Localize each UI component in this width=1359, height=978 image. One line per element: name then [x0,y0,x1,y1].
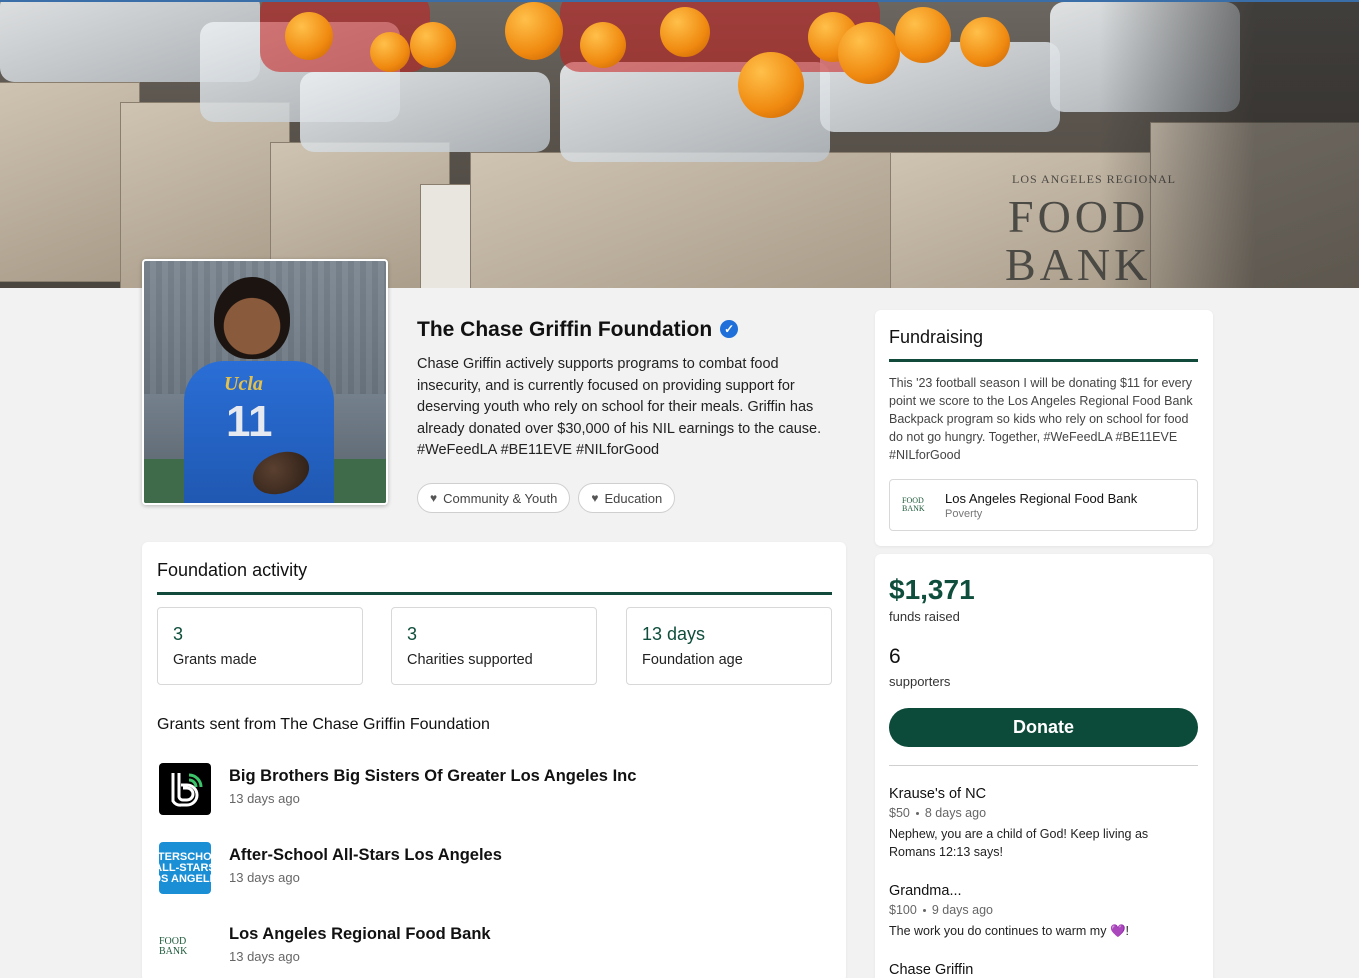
jersey-number: 11 [226,397,273,446]
stat-charities-supported: 3 Charities supported [391,607,597,685]
page-title: The Chase Griffin Foundation [417,318,713,341]
tag-label: Education [604,490,663,506]
grants-heading: Grants sent from The Chase Griffin Found… [157,716,490,733]
tag-education[interactable]: ♥ Education [578,483,676,513]
tag-community-youth[interactable]: ♥ Community & Youth [417,483,571,513]
donation-card: $1,371 funds raised 6 supporters Donate … [875,554,1213,978]
donate-button[interactable]: Donate [889,708,1198,747]
verified-check-icon: ✓ [720,320,739,338]
foundation-header: The Chase Griffin Foundation ✓ [417,318,739,342]
cause-tags: ♥ Community & Youth ♥ Education [417,483,676,513]
stat-value: 3 [173,624,184,644]
supporter-amount: $100 [889,903,917,917]
charity-link[interactable]: FOOD BANK Los Angeles Regional Food Bank… [889,479,1198,531]
grant-name[interactable]: Los Angeles Regional Food Bank [229,925,491,944]
separator-dot [922,908,926,912]
supporter-time: 9 days ago [931,903,993,917]
stat-value: 13 days [642,624,706,644]
asas-logo: AFTERSCHOOL ALL-STARS LOS ANGELES [159,842,211,894]
supporter-message: Nephew, you are a child of God! Keep liv… [889,827,1149,859]
section-title: Foundation activity [157,560,308,580]
grant-item[interactable]: AFTERSCHOOL ALL-STARS LOS ANGELES After-… [159,842,819,896]
supporter-name: Krause's of NC [889,786,987,802]
stat-label: Charities supported [407,652,533,668]
section-title: Fundraising [889,327,984,347]
tag-label: Community & Youth [443,490,558,506]
divider [157,592,832,595]
supporter-entry: Grandma... $100 9 days ago The work you … [889,883,1189,940]
grant-item[interactable]: Big Brothers Big Sisters Of Greater Los … [159,763,819,817]
jersey-text: Ucla [224,373,263,395]
supporter-entry: Krause's of NC $50 8 days ago Nephew, yo… [889,786,1189,861]
grant-name[interactable]: After-School All-Stars Los Angeles [229,846,502,865]
supporter-name: Chase Griffin [889,962,974,978]
stat-foundation-age: 13 days Foundation age [626,607,832,685]
foundation-activity-card: Foundation activity 3 Grants made 3 Char… [142,542,846,978]
funds-raised-amount: $1,371 [889,574,975,605]
heart-icon: ♥ [430,491,438,505]
stat-value: 3 [407,624,418,644]
lafb-logo: FOOD BANK [159,921,211,973]
funds-raised-label: funds raised [889,609,960,624]
bbbs-logo [159,763,211,815]
supporter-time: 8 days ago [924,806,987,820]
purple-heart-icon: 💜 [1109,924,1126,938]
stat-grants-made: 3 Grants made [157,607,363,685]
fundraising-card: Fundraising This '23 football season I w… [875,310,1213,546]
cover-banner: LOS ANGELES REGIONAL FOOD BANK [0,0,1359,288]
grant-name[interactable]: Big Brothers Big Sisters Of Greater Los … [229,767,636,786]
divider [889,359,1198,362]
divider [889,765,1198,766]
supporter-message: The work you do continues to warm my 💜! [889,924,1129,938]
charity-category: Poverty [945,508,983,520]
grant-time: 13 days ago [229,791,300,806]
supporter-entry: Chase Griffin [889,962,1189,978]
supporters-count: 6 [889,645,901,668]
lafb-logo: FOOD BANK [902,490,932,520]
fundraising-description: This '23 football season I will be donat… [889,376,1193,462]
grant-time: 13 days ago [229,949,300,964]
supporter-amount: $50 [889,806,910,820]
supporter-name: Grandma... [889,883,962,899]
grant-item[interactable]: FOOD BANK Los Angeles Regional Food Bank… [159,921,819,975]
grant-time: 13 days ago [229,870,300,885]
supporters-label: supporters [889,674,951,689]
stat-label: Foundation age [642,652,743,668]
profile-photo: Ucla 11 [142,259,388,505]
separator-dot [915,811,919,815]
heart-icon: ♥ [591,491,599,505]
charity-name: Los Angeles Regional Food Bank [945,491,1138,506]
foundation-description: Chase Griffin actively supports programs… [417,356,822,458]
stat-label: Grants made [173,652,257,668]
